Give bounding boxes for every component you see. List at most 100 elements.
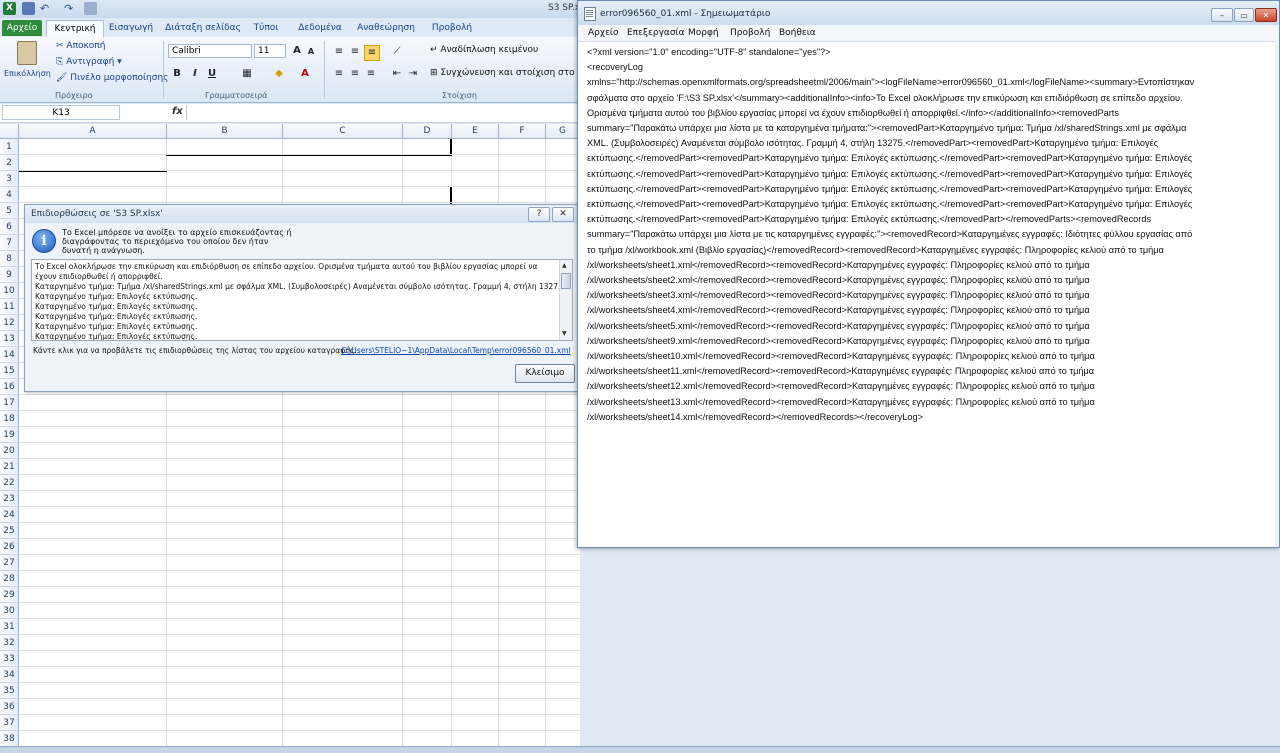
repairs-list[interactable]: Το Excel ολοκλήρωσε την επικύρωση και επ… [31,259,573,341]
row-header[interactable]: 9 [0,267,19,283]
font-size-select[interactable]: 11 [254,44,286,58]
italic-button[interactable]: I [188,67,202,81]
row-header[interactable]: 13 [0,331,19,347]
tab-review[interactable]: Αναθεώρηση [354,20,418,36]
row-header[interactable]: 28 [0,571,19,587]
row-header[interactable]: 29 [0,587,19,603]
row-header[interactable]: 33 [0,651,19,667]
row-header[interactable]: 36 [0,699,19,715]
tab-home[interactable]: Κεντρική [46,20,104,37]
insert-function-icon[interactable]: fx [172,106,183,117]
quick-access-customize-icon[interactable] [84,2,97,15]
log-file-link[interactable]: C:\Users\STELIO~1\AppData\Local\Temp\err… [341,346,571,355]
row-header[interactable]: 4 [0,187,19,203]
underline-button[interactable]: U [205,67,219,81]
row-header[interactable]: 20 [0,443,19,459]
row-header[interactable]: 7 [0,235,19,251]
dialog-close-icon[interactable]: ✕ [552,207,574,222]
row-header[interactable]: 38 [0,731,19,746]
dialog-help-button[interactable]: ? [528,207,550,222]
minimize-icon[interactable]: – [1211,8,1233,22]
menu-view[interactable]: Προβολή [730,28,770,38]
row-header[interactable]: 5 [0,203,19,219]
row-header[interactable]: 15 [0,363,19,379]
tab-formulas[interactable]: Τύποι [248,20,284,36]
increase-font-icon[interactable]: A [290,44,304,58]
tab-page-layout[interactable]: Διάταξη σελίδας [162,20,244,36]
row-header[interactable]: 11 [0,299,19,315]
row-header[interactable]: 16 [0,379,19,395]
font-name-select[interactable]: Calibri [168,44,252,58]
row-header[interactable]: 10 [0,283,19,299]
cut-button[interactable]: ✂ Αποκοπή [56,41,105,51]
list-scrollbar[interactable]: ▲ ▼ [559,260,572,340]
font-color-icon[interactable]: A [298,67,312,81]
maximize-icon[interactable]: ▭ [1234,8,1254,22]
formula-input[interactable] [186,105,579,120]
row-header[interactable]: 21 [0,459,19,475]
row-header[interactable]: 27 [0,555,19,571]
column-header-g[interactable]: G [546,124,580,139]
column-header-b[interactable]: B [167,124,283,139]
wrap-text-button[interactable]: ↵ Αναδίπλωση κειμένου [430,45,538,55]
tab-file[interactable]: Αρχείο [2,20,42,36]
row-header[interactable]: 17 [0,395,19,411]
align-bottom-icon[interactable]: ≡ [364,45,380,61]
align-middle-icon[interactable]: ≡ [348,45,362,59]
menu-format[interactable]: Μορφή [688,28,719,38]
row-header[interactable]: 8 [0,251,19,267]
row-header[interactable]: 34 [0,667,19,683]
column-header-f[interactable]: F [499,124,546,139]
copy-button[interactable]: ⎘ Αντιγραφή ▾ [56,57,122,67]
row-header[interactable]: 18 [0,411,19,427]
tab-view[interactable]: Προβολή [426,20,478,36]
name-box[interactable]: K13 [2,105,120,120]
row-header[interactable]: 24 [0,507,19,523]
undo-icon[interactable]: ↶ [40,2,53,15]
bold-button[interactable]: B [170,67,184,81]
row-header[interactable]: 14 [0,347,19,363]
row-header[interactable]: 25 [0,523,19,539]
scroll-up-icon[interactable]: ▲ [562,262,567,269]
tab-data[interactable]: Δεδομένα [292,20,348,36]
align-top-icon[interactable]: ≡ [332,45,346,59]
row-header[interactable]: 1 [0,139,19,155]
align-left-icon[interactable]: ≡ [332,67,346,81]
tab-insert[interactable]: Εισαγωγή [104,20,158,36]
window-close-icon[interactable]: ✕ [1255,8,1277,22]
menu-file[interactable]: Αρχείο [588,28,619,38]
row-header[interactable]: 19 [0,427,19,443]
paste-button[interactable]: Επικόλληση [4,41,51,87]
scroll-thumb[interactable] [561,273,571,289]
row-header[interactable]: 31 [0,619,19,635]
orientation-icon[interactable]: ⟋ [390,45,404,59]
row-header[interactable]: 23 [0,491,19,507]
row-header[interactable]: 12 [0,315,19,331]
row-header[interactable]: 6 [0,219,19,235]
row-header[interactable]: 32 [0,635,19,651]
column-header-d[interactable]: D [403,124,452,139]
select-all-corner[interactable] [0,124,19,139]
row-header[interactable]: 35 [0,683,19,699]
borders-icon[interactable]: ▦ [240,67,254,81]
notepad-scrollbar[interactable] [1275,41,1279,547]
menu-edit[interactable]: Επεξεργασία [627,28,685,38]
scroll-down-icon[interactable]: ▼ [562,330,567,337]
notepad-text-area[interactable]: <?xml version="1.0" encoding="UTF-8" sta… [587,45,1269,425]
close-button[interactable]: Κλείσιμο [515,364,575,383]
column-header-c[interactable]: C [283,124,403,139]
save-icon[interactable] [22,2,35,15]
increase-indent-icon[interactable]: ⇥ [406,67,420,81]
align-right-icon[interactable]: ≡ [364,67,378,81]
decrease-font-icon[interactable]: A [304,45,318,59]
decrease-indent-icon[interactable]: ⇤ [390,67,404,81]
row-header[interactable]: 22 [0,475,19,491]
column-header-a[interactable]: A [19,124,167,139]
menu-help[interactable]: Βοήθεια [779,28,816,38]
column-header-e[interactable]: E [452,124,499,139]
align-center-icon[interactable]: ≡ [348,67,362,81]
row-header[interactable]: 3 [0,171,19,187]
format-painter-button[interactable]: 🖌 Πινέλο μορφοποίησης [56,73,168,83]
row-header[interactable]: 30 [0,603,19,619]
fill-color-icon[interactable]: ◆ [272,67,286,81]
